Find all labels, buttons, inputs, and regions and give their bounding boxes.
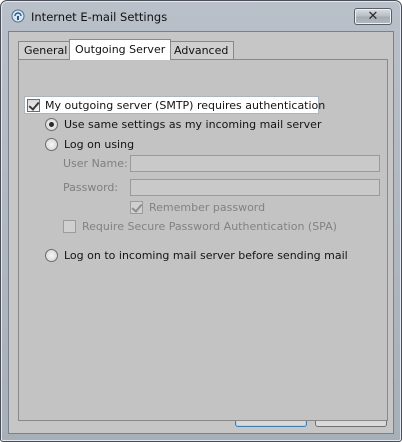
- same-settings-row[interactable]: Use same settings as my incoming mail se…: [45, 118, 321, 131]
- close-button[interactable]: ✕: [354, 8, 392, 25]
- log-on-incoming-label: Log on to incoming mail server before se…: [64, 249, 348, 262]
- smtp-auth-checkbox[interactable]: [27, 99, 40, 112]
- window-title: Internet E-mail Settings: [31, 10, 168, 24]
- log-on-using-radio[interactable]: [45, 138, 58, 151]
- smtp-auth-label: My outgoing server (SMTP) requires authe…: [45, 99, 326, 112]
- tab-general[interactable]: General: [18, 41, 74, 59]
- same-settings-label: Use same settings as my incoming mail se…: [64, 118, 322, 131]
- outgoing-server-panel: My outgoing server (SMTP) requires authe…: [18, 59, 388, 421]
- smtp-auth-row[interactable]: My outgoing server (SMTP) requires authe…: [27, 99, 325, 112]
- remember-password-label: Remember password: [149, 201, 266, 214]
- log-on-incoming-radio[interactable]: [45, 249, 58, 262]
- log-on-incoming-row[interactable]: Log on to incoming mail server before se…: [45, 249, 348, 262]
- dialog-window: Internet E-mail Settings ✕ General Outgo…: [0, 0, 402, 442]
- dialog-client-area: General Outgoing Server Advanced My outg…: [8, 31, 394, 434]
- title-bar: Internet E-mail Settings ✕: [1, 1, 401, 31]
- spa-label: Require Secure Password Authentication (…: [82, 220, 337, 233]
- password-field[interactable]: [130, 179, 380, 196]
- remember-password-row[interactable]: Remember password: [130, 201, 265, 214]
- spa-row[interactable]: Require Secure Password Authentication (…: [63, 220, 337, 233]
- tab-advanced[interactable]: Advanced: [168, 41, 235, 59]
- log-on-using-label: Log on using: [64, 138, 135, 151]
- close-icon: ✕: [367, 9, 379, 24]
- user-name-field[interactable]: [130, 155, 380, 172]
- remember-password-checkbox[interactable]: [130, 201, 143, 214]
- user-name-label: User Name:: [63, 157, 128, 170]
- same-settings-radio[interactable]: [45, 118, 58, 131]
- spa-checkbox[interactable]: [63, 220, 76, 233]
- log-on-using-row[interactable]: Log on using: [45, 138, 134, 151]
- password-label: Password:: [63, 181, 119, 194]
- tab-outgoing-server[interactable]: Outgoing Server: [69, 39, 172, 60]
- mail-settings-icon: [11, 9, 25, 23]
